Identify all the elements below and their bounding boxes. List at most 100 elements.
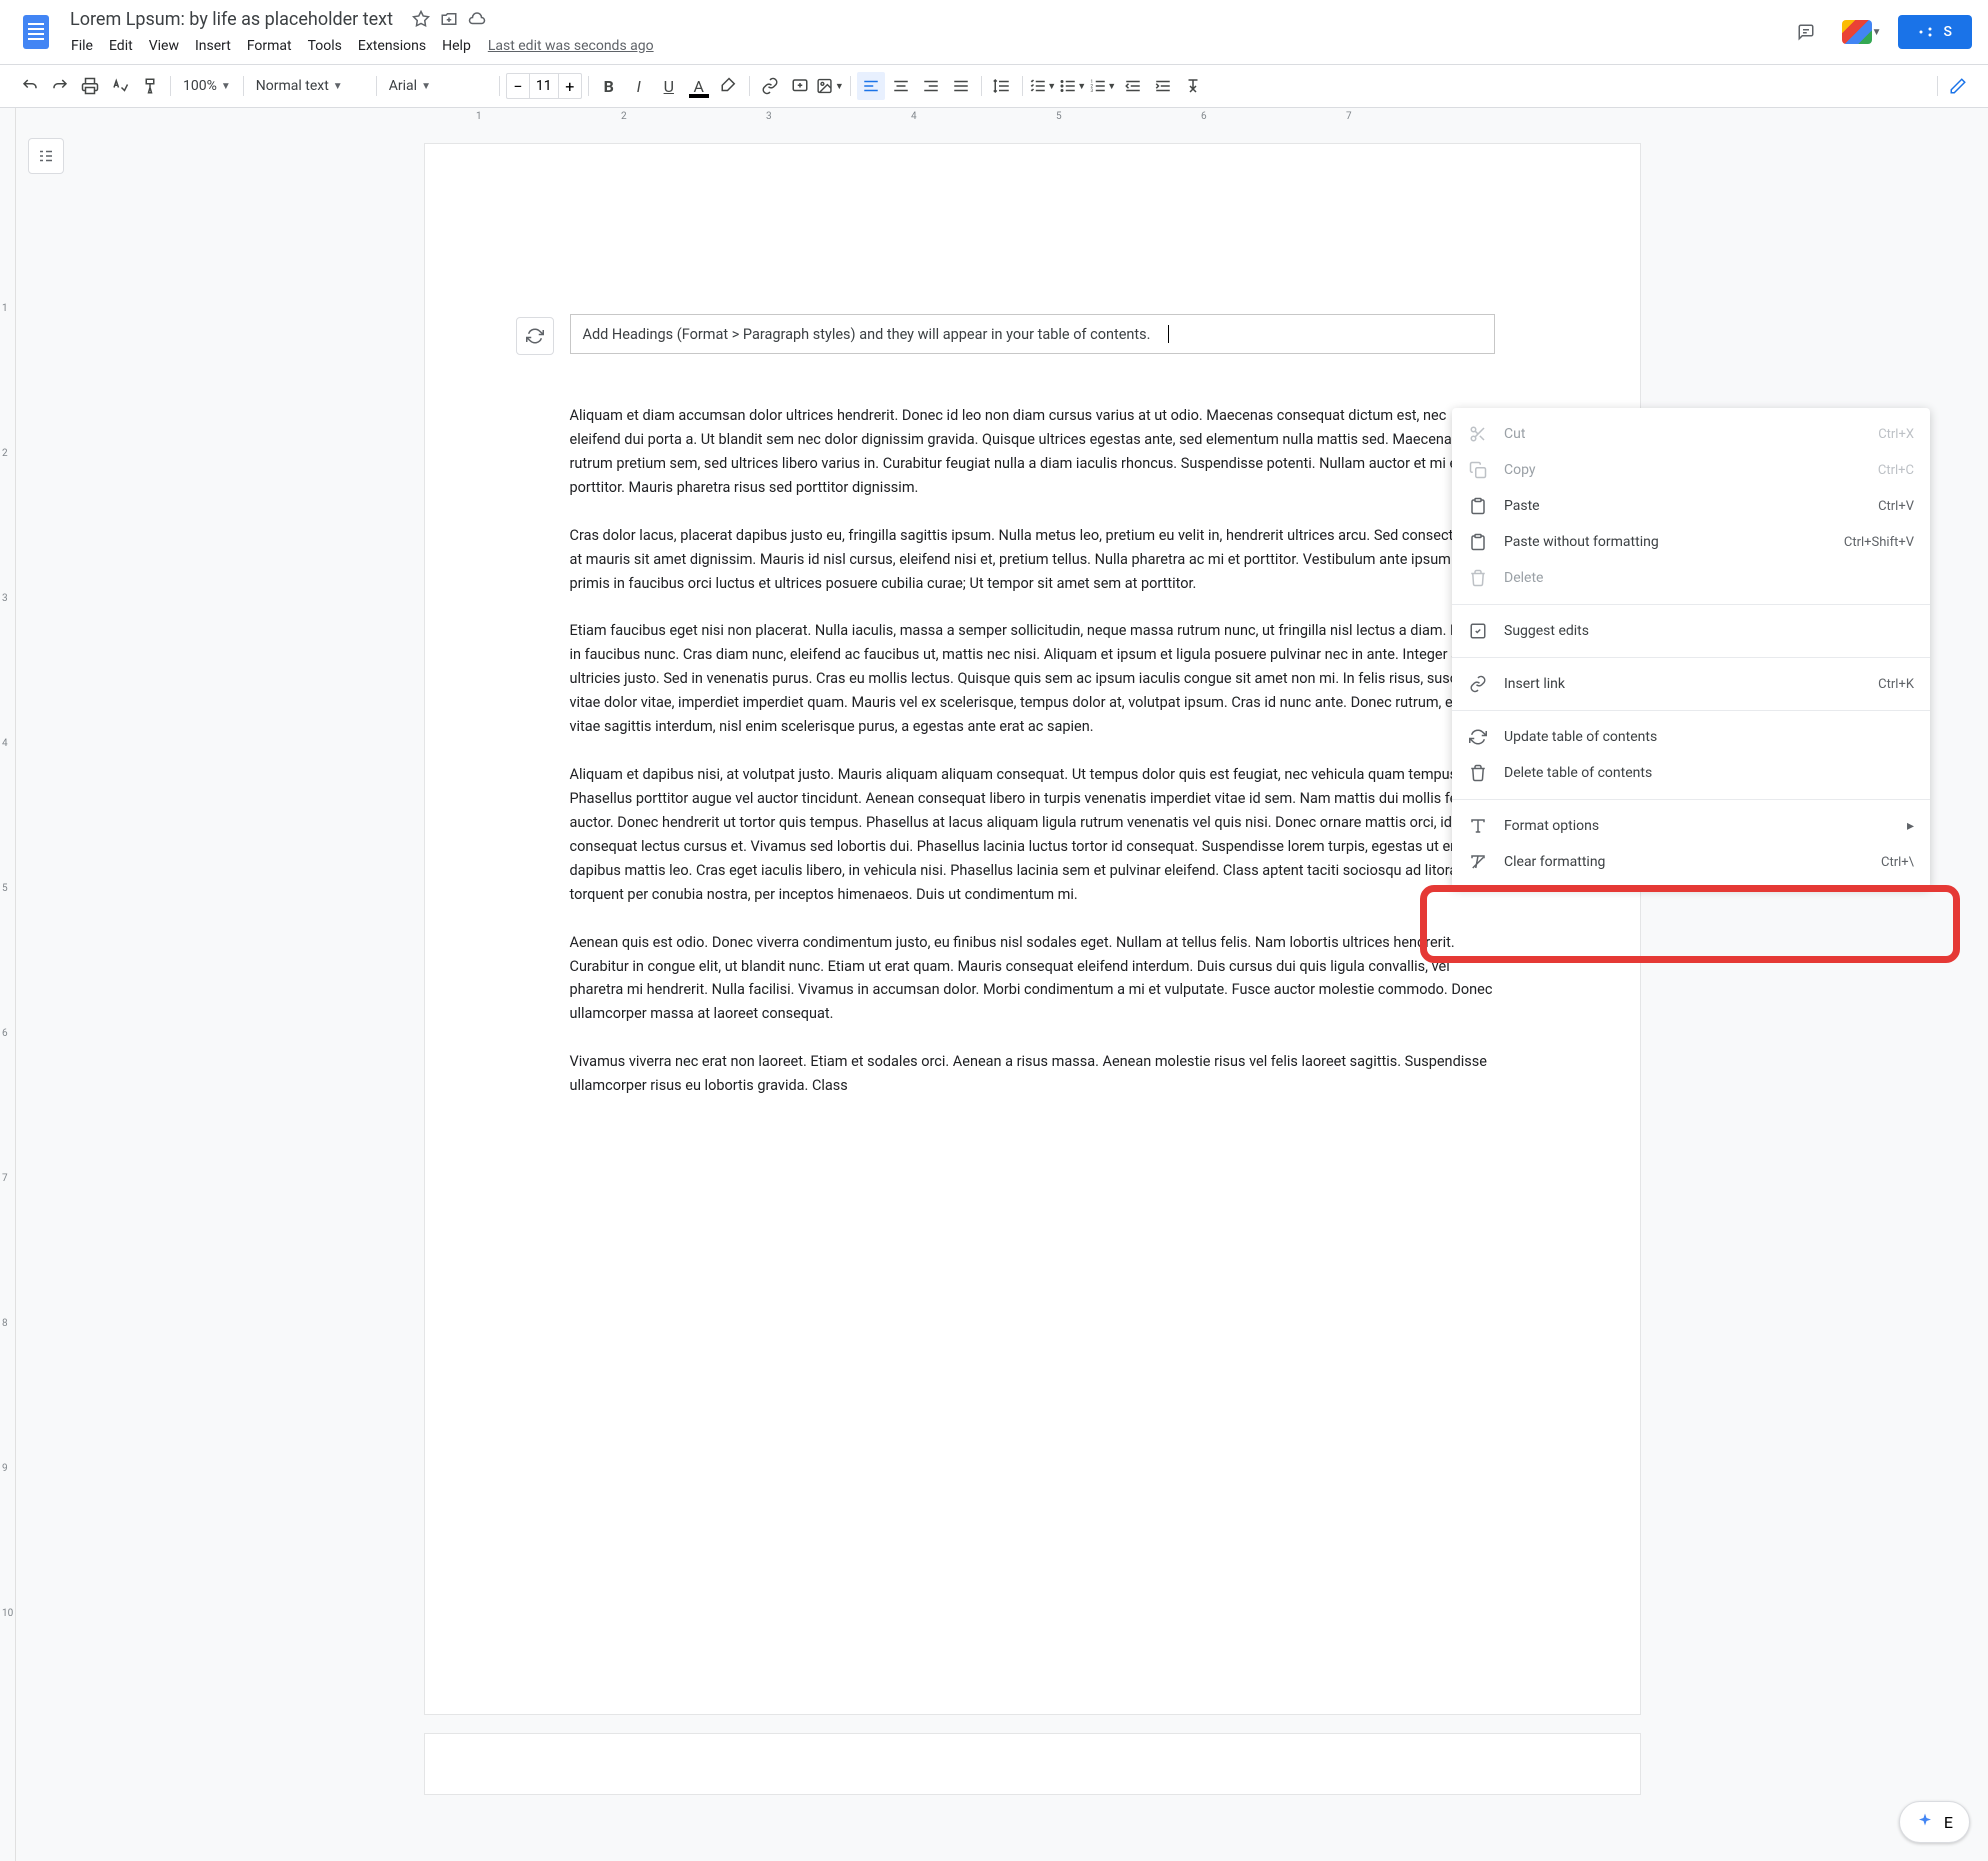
ctx-label: Paste [1504, 498, 1862, 514]
font-size-increase[interactable]: + [559, 74, 581, 98]
highlight-button[interactable] [715, 72, 743, 100]
app-header: Lorem Lpsum: by life as placeholder text… [0, 0, 1988, 64]
ctx-label: Format options [1504, 818, 1891, 834]
outline-toggle-button[interactable] [28, 138, 64, 174]
style-value: Normal text [256, 78, 329, 94]
align-justify-button[interactable] [947, 72, 975, 100]
ctx-suggest-edits[interactable]: Suggest edits [1452, 613, 1930, 649]
share-button[interactable]: S [1898, 15, 1972, 49]
menu-extensions[interactable]: Extensions [351, 34, 433, 58]
table-of-contents[interactable]: Add Headings (Format > Paragraph styles)… [570, 314, 1495, 354]
font-value: Arial [389, 78, 417, 94]
zoom-select[interactable]: 100%▼ [177, 72, 237, 100]
bold-button[interactable]: B [595, 72, 623, 100]
ruler-h-tick: 6 [1201, 111, 1346, 122]
ctx-format-options[interactable]: Format options ▸ [1452, 808, 1930, 844]
comment-history-icon[interactable] [1786, 12, 1826, 52]
decrease-indent-button[interactable] [1119, 72, 1147, 100]
ruler-v-tick: 8 [2, 1318, 8, 1329]
star-icon[interactable] [411, 9, 431, 29]
undo-button[interactable] [16, 72, 44, 100]
menubar: File Edit View Insert Format Tools Exten… [64, 34, 1786, 58]
last-edit-link[interactable]: Last edit was seconds ago [488, 38, 654, 54]
menu-format[interactable]: Format [240, 34, 299, 58]
menu-insert[interactable]: Insert [188, 34, 238, 58]
trash-icon [1468, 568, 1488, 588]
toc-refresh-button[interactable] [516, 317, 554, 355]
editing-mode-button[interactable] [1944, 72, 1972, 100]
increase-indent-button[interactable] [1149, 72, 1177, 100]
align-center-button[interactable] [887, 72, 915, 100]
ruler-h-tick: 1 [476, 111, 621, 122]
left-gutter [16, 108, 76, 1861]
move-icon[interactable] [439, 9, 459, 29]
clear-format-icon [1468, 852, 1488, 872]
horizontal-ruler: 1 2 3 4 5 6 7 [76, 108, 1988, 124]
paragraph[interactable]: Vivamus viverra nec erat non laoreet. Et… [570, 1050, 1495, 1098]
explore-button[interactable]: E [1899, 1801, 1970, 1843]
italic-button[interactable]: I [625, 72, 653, 100]
ctx-cut: Cut Ctrl+X [1452, 416, 1930, 452]
meet-icon[interactable]: ▼ [1842, 12, 1882, 52]
paste-plain-icon [1468, 532, 1488, 552]
toc-hint: Add Headings (Format > Paragraph styles)… [583, 326, 1151, 343]
font-size-decrease[interactable]: − [507, 74, 529, 98]
menu-file[interactable]: File [64, 34, 100, 58]
vertical-ruler: 1 2 3 4 5 6 7 8 9 10 [0, 108, 16, 1861]
menu-help[interactable]: Help [435, 34, 478, 58]
page[interactable] [425, 1734, 1640, 1794]
paragraph[interactable]: Aliquam et diam accumsan dolor ultrices … [570, 404, 1495, 500]
ruler-v-tick: 10 [2, 1608, 13, 1619]
ctx-delete-toc[interactable]: Delete table of contents [1452, 755, 1930, 791]
paragraph[interactable]: Etiam faucibus eget nisi non placerat. N… [570, 619, 1495, 739]
clear-formatting-button[interactable] [1179, 72, 1207, 100]
menu-edit[interactable]: Edit [102, 34, 140, 58]
menu-tools[interactable]: Tools [301, 34, 349, 58]
ruler-v-tick: 6 [2, 1028, 8, 1039]
cloud-status-icon[interactable] [467, 9, 487, 29]
redo-button[interactable] [46, 72, 74, 100]
paragraph[interactable]: Aliquam et dapibus nisi, at volutpat jus… [570, 763, 1495, 907]
ruler-v-tick: 1 [2, 303, 8, 314]
paragraph-style-select[interactable]: Normal text▼ [250, 72, 370, 100]
ctx-shortcut: Ctrl+Shift+V [1844, 535, 1914, 550]
canvas[interactable]: 1 2 3 4 5 6 7 Add Headings (Format > Par… [76, 108, 1988, 1861]
font-select[interactable]: Arial▼ [383, 72, 493, 100]
ctx-paste[interactable]: Paste Ctrl+V [1452, 488, 1930, 524]
align-right-button[interactable] [917, 72, 945, 100]
numbered-list-button[interactable]: 123▼ [1089, 72, 1117, 100]
paragraph[interactable]: Cras dolor lacus, placerat dapibus justo… [570, 524, 1495, 596]
checklist-button[interactable]: ▼ [1029, 72, 1057, 100]
ctx-label: Insert link [1504, 676, 1862, 692]
ctx-update-toc[interactable]: Update table of contents [1452, 719, 1930, 755]
ctx-shortcut: Ctrl+V [1878, 499, 1914, 514]
font-size-value[interactable]: 11 [529, 74, 559, 98]
page[interactable]: Add Headings (Format > Paragraph styles)… [425, 144, 1640, 1714]
text-color-button[interactable]: A [685, 72, 713, 100]
menu-view[interactable]: View [142, 34, 186, 58]
paint-format-button[interactable] [136, 72, 164, 100]
insert-image-button[interactable]: ▼ [816, 72, 844, 100]
ruler-v-tick: 2 [2, 448, 8, 459]
align-left-button[interactable] [857, 72, 885, 100]
ctx-insert-link[interactable]: Insert link Ctrl+K [1452, 666, 1930, 702]
format-icon [1468, 816, 1488, 836]
ctx-paste-no-format[interactable]: Paste without formatting Ctrl+Shift+V [1452, 524, 1930, 560]
bulleted-list-button[interactable]: ▼ [1059, 72, 1087, 100]
scissors-icon [1468, 424, 1488, 444]
insert-link-button[interactable] [756, 72, 784, 100]
ctx-clear-formatting[interactable]: Clear formatting Ctrl+\ [1452, 844, 1930, 880]
ctx-shortcut: Ctrl+X [1878, 427, 1914, 442]
insert-comment-button[interactable] [786, 72, 814, 100]
line-spacing-button[interactable] [988, 72, 1016, 100]
ctx-separator [1452, 710, 1930, 711]
text-cursor [1168, 325, 1169, 343]
print-button[interactable] [76, 72, 104, 100]
spellcheck-button[interactable] [106, 72, 134, 100]
paragraph[interactable]: Aenean quis est odio. Donec viverra cond… [570, 931, 1495, 1027]
trash-icon [1468, 763, 1488, 783]
ctx-label: Delete [1504, 570, 1914, 586]
docs-logo[interactable] [16, 12, 56, 52]
document-title[interactable]: Lorem Lpsum: by life as placeholder text [64, 7, 399, 32]
underline-button[interactable]: U [655, 72, 683, 100]
